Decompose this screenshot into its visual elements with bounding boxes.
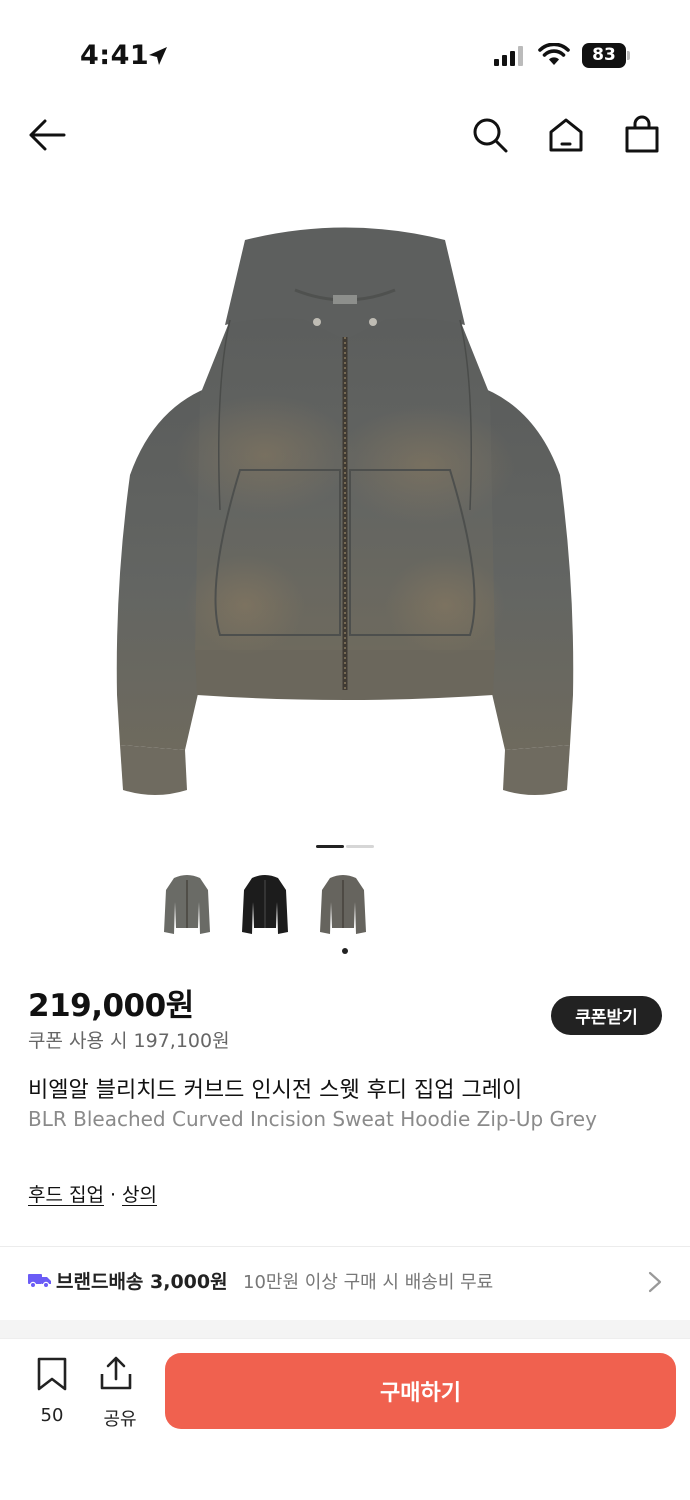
- bookmark-icon: [37, 1357, 67, 1391]
- thumbnail-grey-hoodie[interactable]: [160, 872, 214, 938]
- arrow-left-icon: [29, 119, 66, 151]
- free-shipping-note: 10만원 이상 구매 시 배송비 무료: [243, 1272, 494, 1293]
- wifi-icon: [538, 43, 570, 65]
- category-separator: ·: [109, 1184, 117, 1206]
- category-breadcrumb: 후드 집업 · 상의: [28, 1180, 157, 1207]
- search-button[interactable]: [470, 115, 510, 155]
- battery-indicator: 83: [582, 43, 626, 68]
- thumbnail-grey-hoodie-selected[interactable]: [316, 872, 370, 938]
- home-icon: [549, 118, 583, 152]
- product-price: 219,000원: [28, 988, 194, 1024]
- cart-button[interactable]: [622, 115, 662, 155]
- product-image[interactable]: [95, 225, 595, 810]
- shipping-info-row[interactable]: 브랜드배송 3,000원 10만원 이상 구매 시 배송비 무료: [0, 1247, 690, 1313]
- carousel-indicator: [346, 845, 374, 848]
- search-icon: [473, 118, 508, 153]
- status-bar: 4:41 83: [0, 0, 690, 110]
- bookmark-button[interactable]: [30, 1357, 74, 1395]
- section-divider: [0, 1320, 690, 1338]
- delivery-truck-icon: [28, 1274, 51, 1289]
- coupon-price: 쿠폰 사용 시 197,100원: [28, 1030, 230, 1052]
- share-label: 공유: [103, 1409, 137, 1430]
- battery-tip: [627, 51, 630, 60]
- chevron-right-icon: [648, 1271, 662, 1293]
- cellular-signal-icon: [494, 46, 523, 66]
- product-title-korean: 비엘알 블리치드 커브드 인시전 스웻 후디 집업 그레이: [28, 1078, 523, 1103]
- share-icon: [100, 1356, 132, 1390]
- selected-thumbnail-dot: [342, 948, 348, 954]
- shipping-fee-label: 브랜드배송 3,000원: [56, 1271, 228, 1293]
- back-button[interactable]: [27, 115, 67, 155]
- category-link-top[interactable]: 상의: [122, 1184, 157, 1206]
- share-button[interactable]: [98, 1355, 142, 1395]
- get-coupon-button[interactable]: 쿠폰받기: [551, 996, 662, 1035]
- status-time: 4:41: [80, 40, 150, 71]
- product-title-english: BLR Bleached Curved Incision Sweat Hoodi…: [28, 1107, 597, 1131]
- thumbnail-black-hoodie[interactable]: [238, 872, 292, 938]
- carousel-indicator-active: [316, 845, 344, 848]
- location-arrow-icon: [149, 47, 167, 65]
- shopping-bag-icon: [625, 115, 659, 153]
- buy-button[interactable]: 구매하기: [165, 1353, 676, 1429]
- category-link-hood-zipup[interactable]: 후드 집업: [28, 1184, 104, 1206]
- home-button[interactable]: [546, 115, 586, 155]
- bottom-action-bar: 50 공유 구매하기: [0, 1338, 690, 1500]
- bookmark-count: 50: [40, 1405, 64, 1426]
